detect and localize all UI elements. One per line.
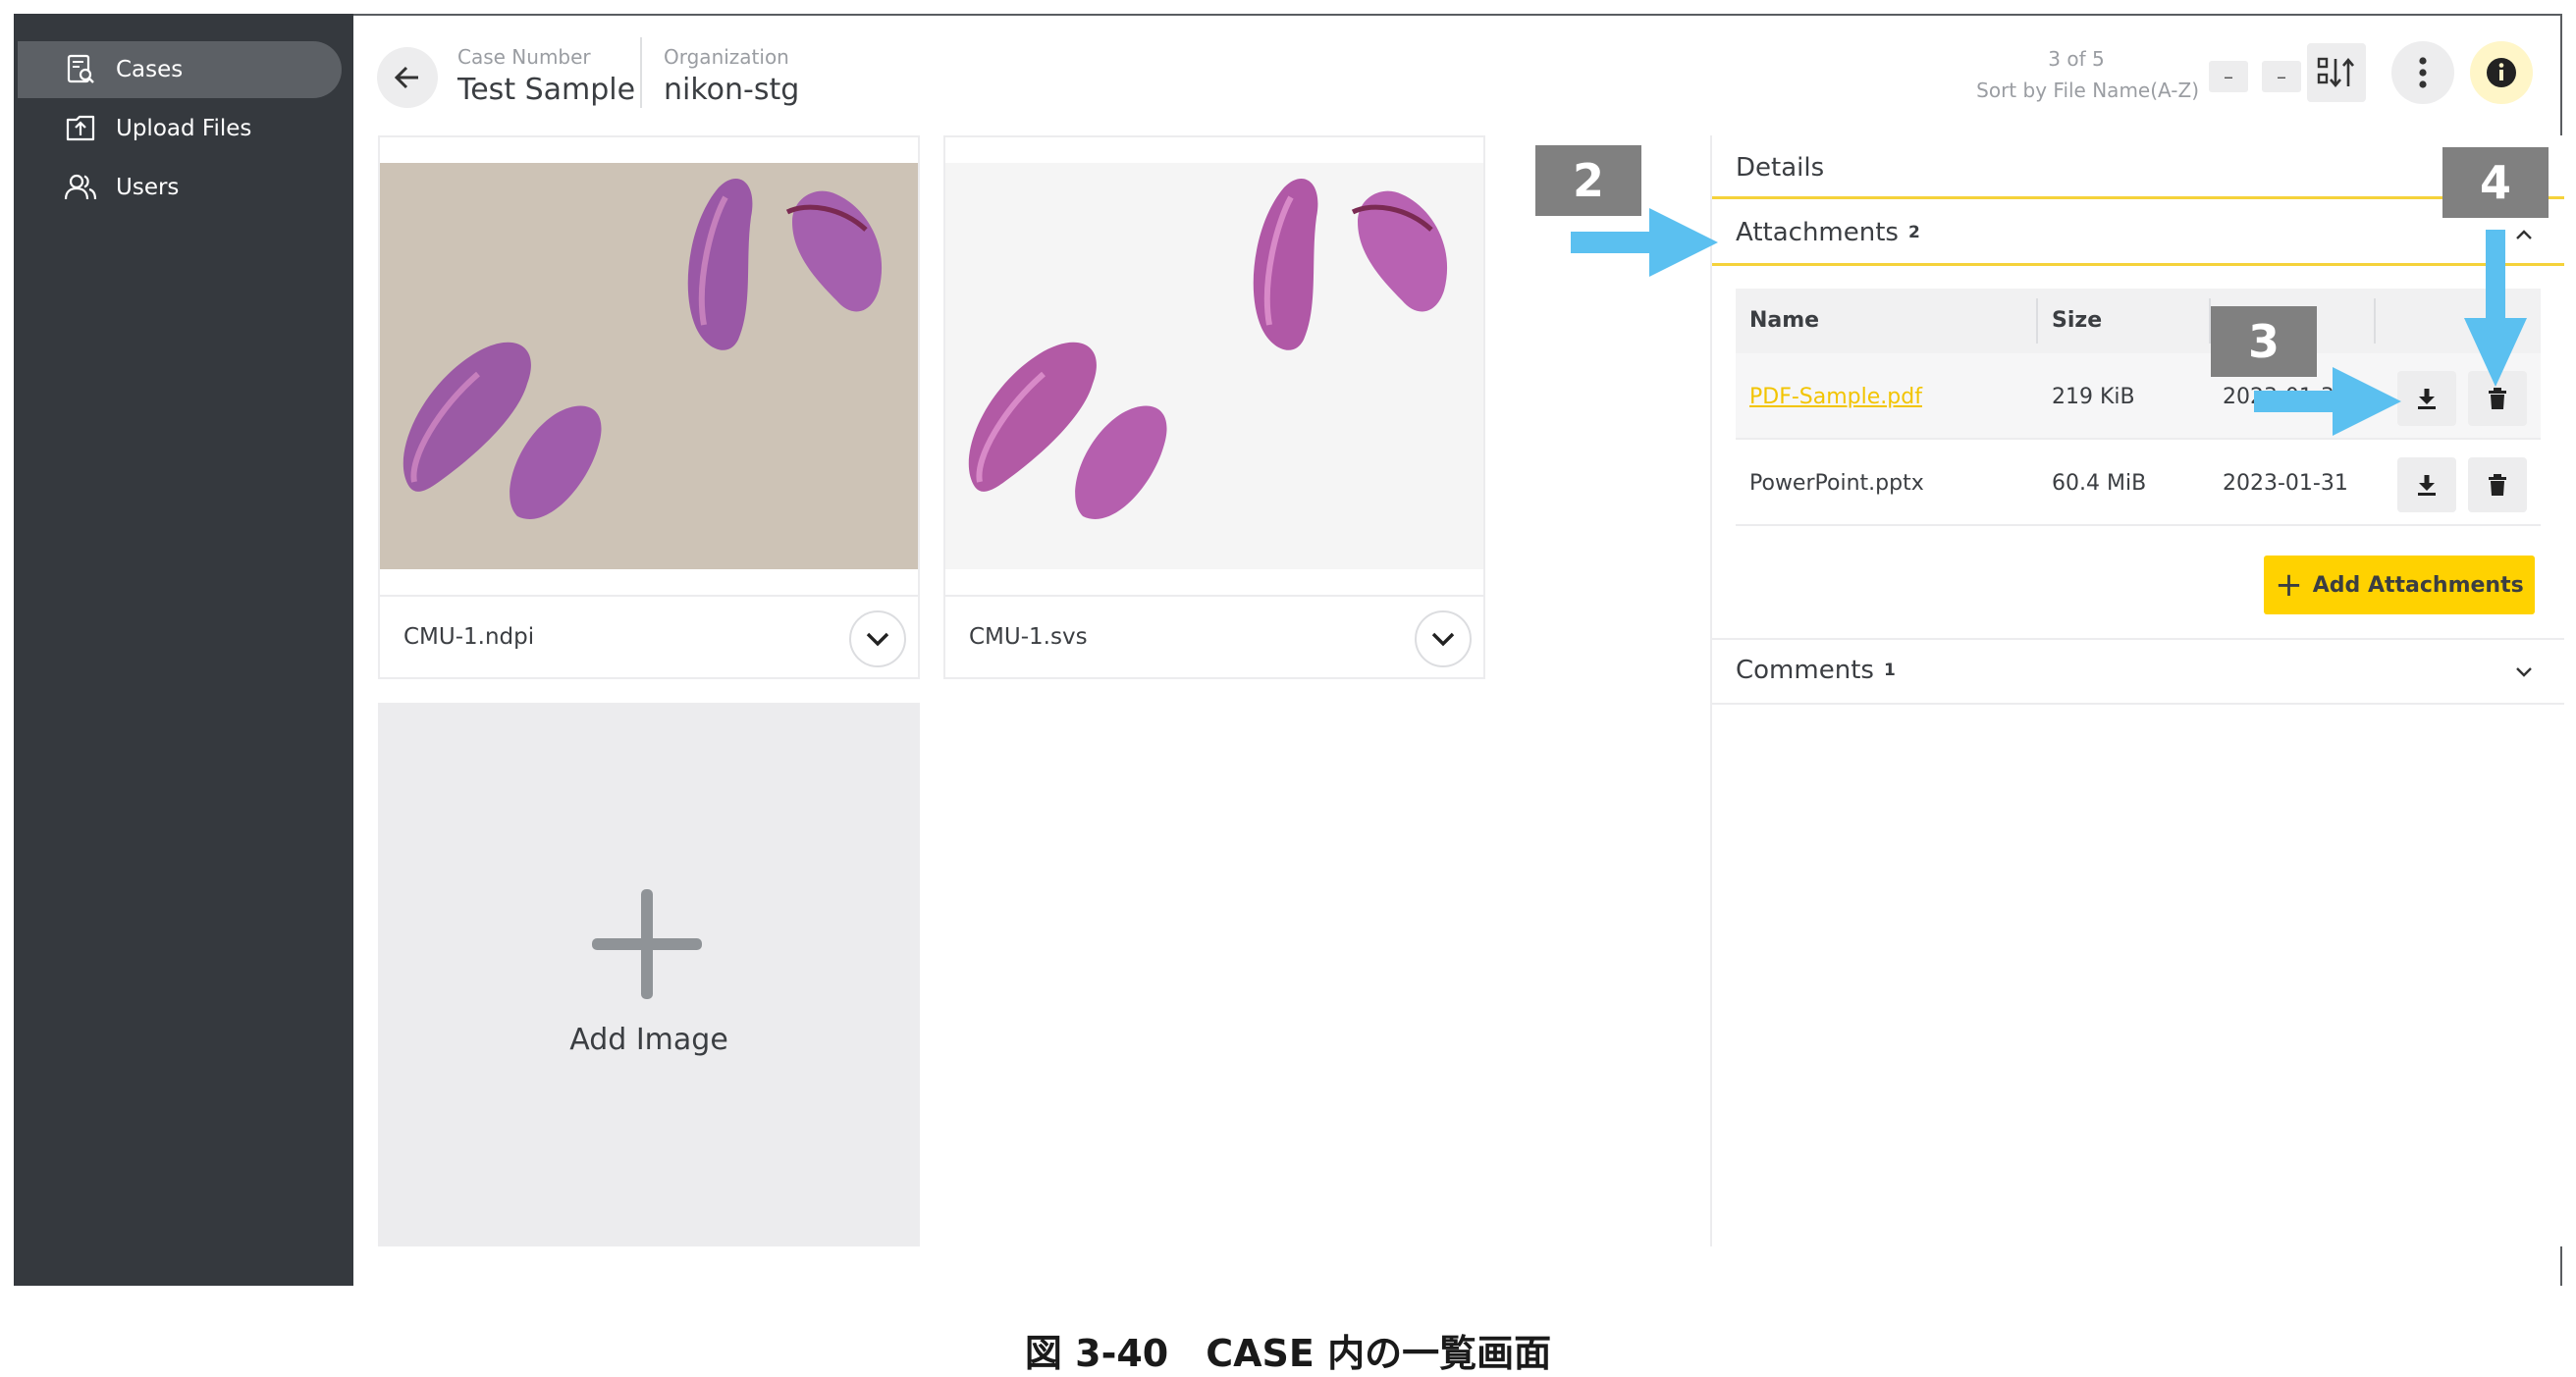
column-divider <box>2374 298 2376 344</box>
organization-value: nikon-stg <box>664 73 800 107</box>
info-button[interactable] <box>2470 41 2533 104</box>
info-icon <box>2487 58 2516 87</box>
attachment-name[interactable]: PowerPoint.pptx <box>1749 471 1924 496</box>
section-divider <box>1712 638 2564 640</box>
download-button[interactable] <box>2397 457 2456 512</box>
users-icon <box>61 168 100 207</box>
annotation-arrow-down-icon <box>2464 230 2527 387</box>
figure-caption: 図 3-40 CASE 内の一覧画面 <box>1024 1332 1552 1375</box>
sidebar-item-label: Upload Files <box>116 116 252 141</box>
case-number-value: Test Sample <box>457 73 636 107</box>
attachment-size: 219 KiB <box>2052 385 2135 409</box>
comments-count: 1 <box>1883 661 1896 680</box>
section-divider <box>1712 196 2564 199</box>
organization-label: Organization <box>664 45 789 69</box>
download-icon <box>2418 475 2436 496</box>
annotation-arrow-right-icon <box>1571 208 1718 277</box>
chevron-down-icon <box>866 632 889 647</box>
column-divider <box>2036 298 2038 344</box>
add-attachments-label: Add Attachments <box>2312 572 2524 598</box>
column-header-name[interactable]: Name <box>1749 308 1819 333</box>
download-button[interactable] <box>2397 371 2456 426</box>
attachment-name-link[interactable]: PDF-Sample.pdf <box>1749 385 1922 409</box>
image-file-name: CMU-1.ndpi <box>403 624 535 650</box>
chevron-down-icon <box>1431 632 1455 647</box>
sidebar-item-users[interactable]: Users <box>18 159 342 216</box>
sort-button[interactable] <box>2307 43 2366 102</box>
section-divider <box>1712 263 2564 266</box>
pager-count: 3 of 5 <box>2048 47 2105 71</box>
attachments-table-header: Name Size <box>1736 289 2541 353</box>
image-file-name: CMU-1.svs <box>969 624 1088 650</box>
annotation-badge-4: 4 <box>2442 147 2549 218</box>
expand-button[interactable] <box>1415 610 1472 667</box>
image-card[interactable]: CMU-1.svs <box>943 135 1485 679</box>
image-card[interactable]: CMU-1.ndpi <box>378 135 920 679</box>
plus-icon <box>592 889 702 999</box>
attachments-section-header[interactable]: Attachments 2 <box>1736 218 1920 247</box>
sort-label: Sort by File Name(A-Z) <box>1976 79 2199 102</box>
expand-button[interactable] <box>849 610 906 667</box>
download-icon <box>2418 389 2436 409</box>
section-divider <box>1712 703 2564 705</box>
details-panel: Details Attachments 2 Name Size PDF-Sampl… <box>1710 135 2564 1246</box>
sort-icon <box>2317 57 2354 88</box>
table-row: PDF-Sample.pdf 219 KiB 2023-01-31 <box>1736 353 2541 440</box>
add-attachments-button[interactable]: + Add Attachments <box>2264 556 2535 614</box>
trash-icon <box>2489 388 2506 409</box>
attachment-size: 60.4 MiB <box>2052 471 2147 496</box>
column-header-size[interactable]: Size <box>2052 308 2102 333</box>
sidebar-item-upload-files[interactable]: Upload Files <box>18 100 342 157</box>
next-button[interactable]: – <box>2262 61 2301 92</box>
attachment-date: 2023-01-31 <box>2223 471 2348 496</box>
annotation-arrow-right-icon <box>2254 367 2401 436</box>
add-image-label: Add Image <box>569 1023 728 1057</box>
sidebar-item-label: Cases <box>116 57 184 82</box>
case-header: Case Number Test Sample Organization nik… <box>353 16 2560 133</box>
attachments-label: Attachments <box>1736 218 1899 247</box>
arrow-left-icon <box>394 66 418 89</box>
delete-button[interactable] <box>2468 457 2527 512</box>
card-footer: CMU-1.ndpi <box>380 595 918 677</box>
upload-icon <box>61 109 100 148</box>
table-row: PowerPoint.pptx 60.4 MiB 2023-01-31 <box>1736 440 2541 526</box>
chevron-down-icon <box>2516 667 2532 677</box>
plus-icon: + <box>2275 565 2303 605</box>
sidebar-item-label: Users <box>116 175 180 200</box>
sidebar-item-cases[interactable]: Cases <box>18 41 342 98</box>
comments-section-header[interactable]: Comments 1 <box>1736 656 1896 685</box>
slide-thumbnail[interactable] <box>380 163 918 569</box>
attachments-count: 2 <box>1907 223 1920 242</box>
cases-icon <box>61 50 100 89</box>
comments-label: Comments <box>1736 656 1874 685</box>
sidebar: Cases Upload Files Users <box>14 14 353 1286</box>
back-button[interactable] <box>377 47 438 108</box>
more-vert-icon <box>2419 57 2427 88</box>
case-number-label: Case Number <box>457 45 591 69</box>
details-section-header[interactable]: Details <box>1736 153 1824 183</box>
slide-thumbnail[interactable] <box>945 163 1483 569</box>
trash-icon <box>2489 474 2506 496</box>
comments-expand-button[interactable] <box>2509 658 2539 687</box>
header-divider <box>640 37 642 108</box>
more-options-button[interactable] <box>2391 41 2454 104</box>
prev-button[interactable]: – <box>2209 61 2248 92</box>
add-image-card[interactable]: Add Image <box>378 703 920 1246</box>
card-footer: CMU-1.svs <box>945 595 1483 677</box>
